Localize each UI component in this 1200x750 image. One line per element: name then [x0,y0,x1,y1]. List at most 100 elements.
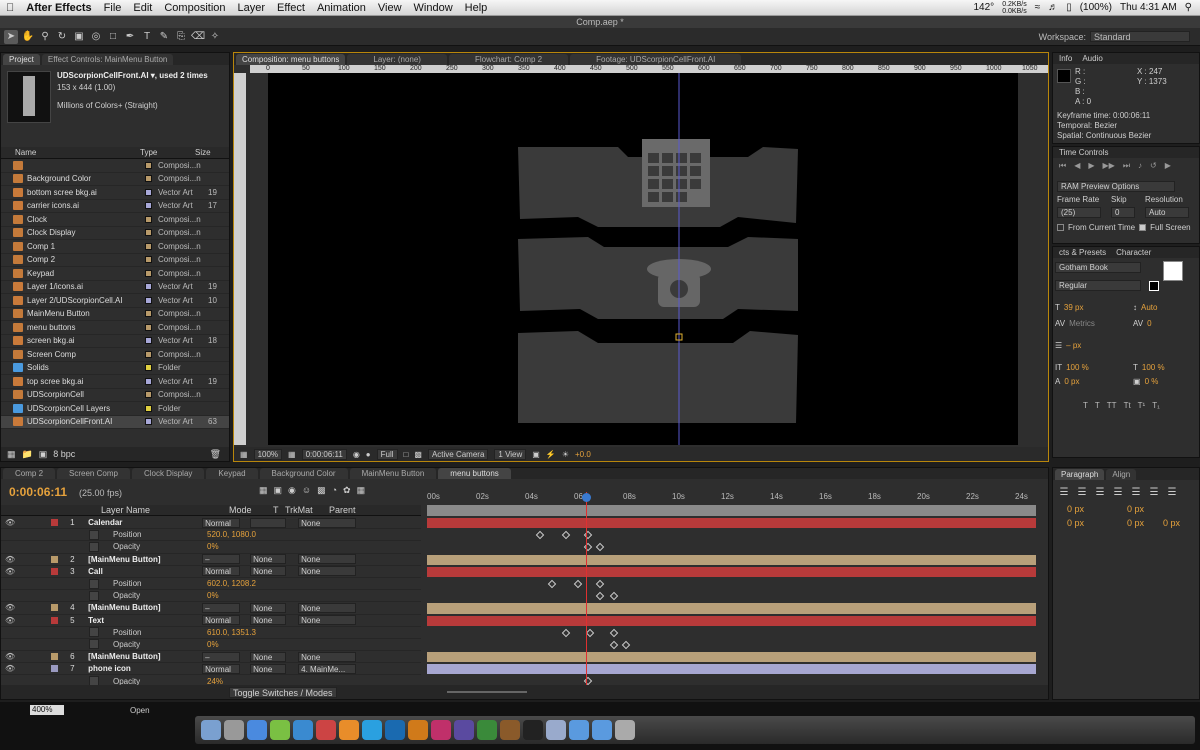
layer-mode-select[interactable]: Normal [202,663,241,674]
project-item[interactable]: MainMenu Button Composi...n [1,308,229,321]
preview-app-icon[interactable] [546,720,566,740]
layer-row[interactable]: 👁 4 [MainMenu Button] – None None [1,602,421,615]
layer-row[interactable]: 👁 1 Calendar Normal None [1,517,421,530]
label-color-swatch[interactable] [145,256,152,264]
trash-icon[interactable]: 🗑 [210,449,221,460]
layer-duration-bar[interactable] [427,517,1036,529]
resolution-select-preview[interactable]: Auto [1145,207,1189,218]
property-value[interactable]: 0% [207,542,297,551]
layer-label-color[interactable] [51,604,59,612]
keyframe[interactable] [573,579,583,589]
project-item[interactable]: UDScorpionCell Composi...n [1,389,229,402]
layer-mode-select[interactable]: Normal [202,566,241,577]
from-current-checkbox[interactable] [1057,224,1064,231]
keyframe[interactable] [547,579,557,589]
project-item[interactable]: screen bkg.ai Vector Art 18 [1,335,229,348]
vertical-scale-value[interactable]: 100 % [1066,363,1089,372]
justify-center-icon[interactable]: ☰ [1129,486,1143,500]
safari-icon[interactable] [247,720,267,740]
visibility-eye-icon[interactable]: 👁 [5,603,15,612]
menu-composition[interactable]: Composition [158,2,231,14]
project-item[interactable]: UDScorpionCellFront.AI Vector Art 63 [1,415,229,429]
tab-paragraph[interactable]: Paragraph [1055,469,1105,480]
parent-select[interactable]: None [298,615,357,626]
column-layer-name[interactable]: Layer Name [101,505,229,515]
time-ruler[interactable]: 00s 02s 04s 06s 08s 10s 12s 14s 16s 18s 20s 22s 24s [427,492,1036,504]
resolution-select[interactable]: Full [376,448,398,460]
parent-select[interactable]: None [298,651,357,662]
calendar-app-icon[interactable] [316,720,336,740]
label-color-swatch[interactable] [145,161,152,169]
apple-icon[interactable]:  [0,2,20,14]
illustrator-icon[interactable] [408,720,428,740]
layer-property-row[interactable]: Position 602.0, 1208.2 [1,578,421,591]
zoom-tool-icon[interactable]: ⚲ [38,30,52,44]
tab-menu-buttons[interactable]: menu buttons [438,468,511,479]
toggle-pixel-aspect-icon[interactable]: ▣ [532,450,540,459]
faux-italic-icon[interactable]: T [1095,401,1100,410]
firefox-icon[interactable] [339,720,359,740]
layer-label-color[interactable] [51,616,59,624]
transparency-grid-icon[interactable]: ▩ [414,450,422,459]
finder-icon[interactable] [201,720,221,740]
always-preview-icon[interactable]: ▦ [240,450,248,459]
align-left-icon[interactable]: ☰ [1057,486,1071,500]
layer-row[interactable]: 👁 6 [MainMenu Button] – None None [1,651,421,664]
ram-preview-icon[interactable]: ▶ [1165,161,1171,171]
snapshot-icon[interactable]: ◉ [353,450,360,459]
property-value[interactable]: 0% [207,591,297,600]
tab-time-controls[interactable]: Time Controls [1059,147,1109,158]
label-color-swatch[interactable] [145,364,152,372]
selection-tool-icon[interactable]: ➤ [4,29,18,44]
current-time-indicator[interactable] [586,492,587,692]
tab-clock-display[interactable]: Clock Display [131,468,205,479]
layer-label-color[interactable] [51,519,59,527]
visibility-eye-icon[interactable]: 👁 [5,555,15,564]
prev-frame-icon[interactable]: ◀ [1074,161,1080,171]
layer-property-row[interactable]: Opacity 0% [1,590,421,603]
layer-bar-fill[interactable] [427,603,1036,614]
layer-bar-fill[interactable] [427,664,1036,675]
trkmat-select[interactable]: None [250,566,287,577]
label-color-swatch[interactable] [145,377,152,385]
project-item[interactable]: Comp 2 Composi...n [1,254,229,267]
faux-bold-icon[interactable]: T [1083,401,1088,410]
column-parent[interactable]: Parent [329,505,356,515]
label-color-swatch[interactable] [145,202,152,210]
frame-rate-select[interactable]: (25) [1057,207,1101,218]
menu-help[interactable]: Help [459,2,494,14]
project-item[interactable]: Layer 2/UDScorpionCell.AI Vector Art 10 [1,294,229,308]
keyframe[interactable] [535,530,545,540]
play-icon[interactable]: ▶ [1088,161,1094,171]
indent-left-value[interactable]: 0 px [1067,504,1084,514]
keyframe[interactable] [585,628,595,637]
draft-3d-icon[interactable]: ▣ [274,485,283,496]
stopwatch-icon[interactable] [89,541,99,552]
keyframe[interactable] [609,591,619,601]
rotate-tool-icon[interactable]: ↻ [55,30,69,44]
tracking-value[interactable]: 0 [1147,319,1151,328]
visibility-eye-icon[interactable]: 👁 [5,652,15,661]
label-color-swatch[interactable] [145,296,152,304]
space-before-value[interactable]: 0 px [1127,518,1144,528]
menu-view[interactable]: View [372,2,408,14]
column-size[interactable]: Size [195,148,211,157]
menu-effect[interactable]: Effect [271,2,311,14]
black-swatch[interactable] [1149,281,1159,291]
tab-background-color[interactable]: Background Color [259,468,348,479]
column-type[interactable]: Type [140,148,195,157]
project-item[interactable]: Keypad Composi...n [1,267,229,281]
pen-tool-icon[interactable]: ✒ [123,30,137,44]
trkmat-select[interactable] [250,517,287,528]
justify-left-icon[interactable]: ☰ [1111,486,1125,500]
label-color-swatch[interactable] [145,323,152,331]
layer-property-row[interactable]: Opacity 0% [1,541,421,554]
keyframe[interactable] [621,640,631,650]
layer-label-color[interactable] [51,567,59,575]
small-caps-icon[interactable]: Tt [1124,401,1131,410]
layer-bar-fill[interactable] [427,554,1036,565]
type-tool-icon[interactable]: T [140,30,154,44]
visibility-eye-icon[interactable]: 👁 [5,616,15,625]
layer-property-row[interactable]: Opacity 0% [1,639,421,652]
battery-icon[interactable]: ▯ [1066,2,1072,13]
